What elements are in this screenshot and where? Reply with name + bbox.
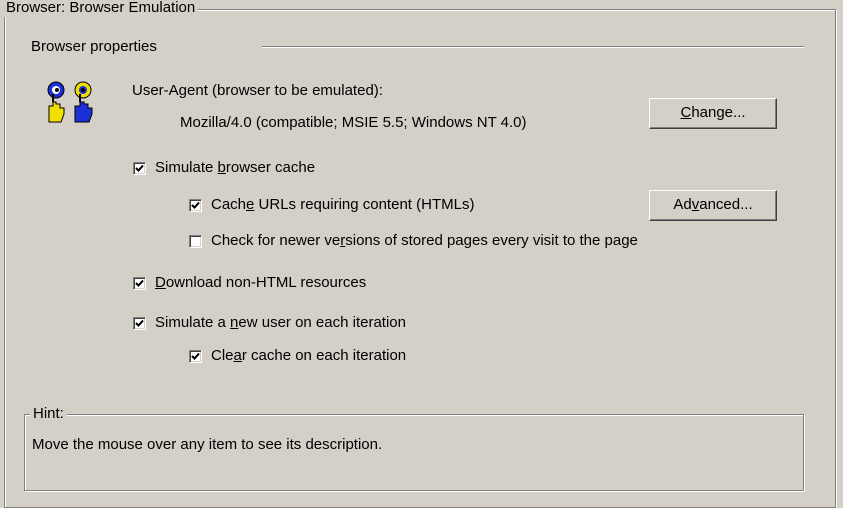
- section-separator: [262, 46, 804, 48]
- simulate-browser-cache-checkbox[interactable]: Simulate browser cache: [133, 159, 315, 177]
- download-non-html-label: Download non-HTML resources: [155, 274, 367, 291]
- simulate-browser-cache-box[interactable]: [133, 161, 146, 175]
- clear-cache-label: Clear cache on each iteration: [211, 347, 407, 364]
- advanced-button[interactable]: Advanced...: [649, 190, 777, 221]
- download-non-html-box[interactable]: [133, 276, 146, 290]
- browser-users-icon: [44, 80, 102, 126]
- advanced-button-label: Advanced...: [673, 196, 753, 213]
- user-agent-label: User-Agent (browser to be emulated):: [132, 82, 383, 99]
- change-button[interactable]: Change...: [649, 98, 777, 129]
- simulate-new-user-label: Simulate a new user on each iteration: [155, 314, 406, 331]
- download-non-html-checkbox[interactable]: Download non-HTML resources: [133, 274, 366, 292]
- browser-properties-heading: Browser properties: [31, 38, 157, 55]
- simulate-browser-cache-label: Simulate browser cache: [155, 159, 316, 176]
- cache-urls-checkbox[interactable]: Cache URLs requiring content (HTMLs): [189, 196, 474, 214]
- simulate-new-user-box[interactable]: [133, 316, 146, 330]
- cache-urls-box[interactable]: [189, 198, 202, 212]
- cache-urls-label: Cache URLs requiring content (HTMLs): [211, 196, 475, 213]
- user-agent-value: Mozilla/4.0 (compatible; MSIE 5.5; Windo…: [180, 114, 527, 131]
- check-newer-versions-box[interactable]: [189, 234, 202, 248]
- hint-title: Hint:: [30, 405, 67, 423]
- clear-cache-checkbox[interactable]: Clear cache on each iteration: [189, 347, 406, 365]
- check-newer-versions-checkbox[interactable]: Check for newer versions of stored pages…: [189, 232, 638, 250]
- clear-cache-box[interactable]: [189, 349, 202, 363]
- simulate-new-user-checkbox[interactable]: Simulate a new user on each iteration: [133, 314, 406, 332]
- hint-text: Move the mouse over any item to see its …: [32, 436, 383, 453]
- check-newer-versions-label: Check for newer versions of stored pages…: [211, 232, 638, 249]
- browser-emulation-group-title: Browser: Browser Emulation: [3, 0, 199, 17]
- change-button-label: Change...: [680, 104, 746, 121]
